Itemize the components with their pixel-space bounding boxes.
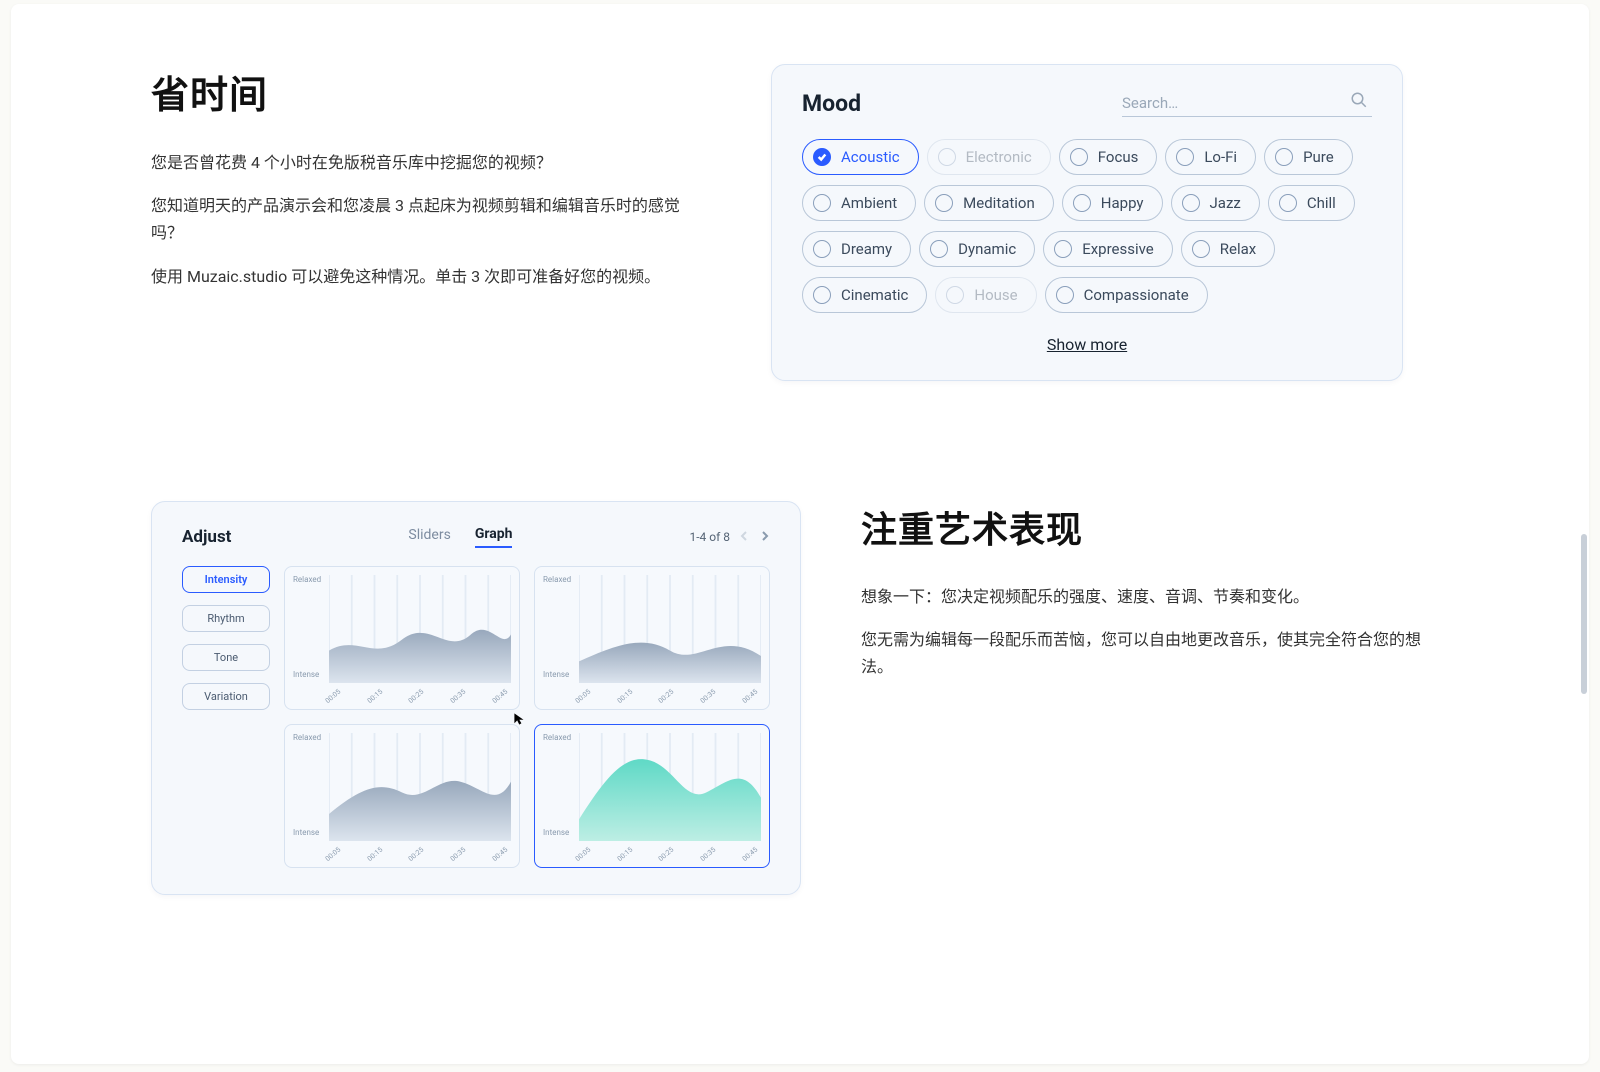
graph-panel-1[interactable]: Relaxed Intense 00:0500:1500:2500:3500:45 (534, 724, 770, 868)
tab-sliders[interactable]: Sliders (408, 527, 450, 547)
graph-plot (329, 575, 511, 683)
graph-plot (579, 575, 761, 683)
side-chip-rhythm[interactable]: Rhythm (182, 605, 270, 632)
radio-dot (813, 194, 831, 212)
graph-plot (579, 733, 761, 841)
graph-axis: 00:0500:1500:2500:3500:45 (329, 855, 513, 863)
mood-chip-lo-fi[interactable]: Lo-Fi (1165, 139, 1256, 175)
mood-chip-label: House (974, 286, 1017, 304)
radio-dot (1056, 286, 1074, 304)
side-chip-tone[interactable]: Tone (182, 644, 270, 671)
section2-heading: 注重艺术表现 (861, 501, 1421, 553)
mood-chip-house: House (935, 277, 1036, 313)
mood-chip-label: Compassionate (1084, 286, 1189, 304)
radio-dot (1070, 148, 1088, 166)
graph-panel-3[interactable]: Relaxed Intense 00:0500:1500:2500:3500:45 (534, 566, 770, 710)
section2-p2: 您无需为编辑每一段配乐而苦恼，您可以自由地更改音乐，使其完全符合您的想法。 (861, 626, 1421, 680)
graph-label-intense: Intense (293, 670, 319, 679)
mood-chip-jazz[interactable]: Jazz (1171, 185, 1260, 221)
graph-label-relaxed: Relaxed (293, 575, 321, 584)
radio-dot (1182, 194, 1200, 212)
cursor-pointer-icon (513, 711, 527, 725)
mood-chip-compassionate[interactable]: Compassionate (1045, 277, 1208, 313)
mood-chip-acoustic[interactable]: Acoustic (802, 139, 919, 175)
mood-chip-meditation[interactable]: Meditation (924, 185, 1054, 221)
mood-chip-label: Focus (1098, 148, 1139, 166)
section1-p3: 使用 Muzaic.studio 可以避免这种情况。单击 3 次即可准备好您的视… (151, 263, 711, 290)
graph-axis: 00:0500:1500:2500:3500:45 (579, 697, 763, 705)
mood-chip-expressive[interactable]: Expressive (1043, 231, 1173, 267)
radio-dot (813, 148, 831, 166)
mood-chip-relax[interactable]: Relax (1181, 231, 1275, 267)
mood-chip-label: Chill (1307, 194, 1336, 212)
radio-dot (930, 240, 948, 258)
radio-dot (813, 286, 831, 304)
graph-plot (329, 733, 511, 841)
mood-title: Mood (802, 90, 861, 117)
search-placeholder: Search… (1122, 94, 1178, 112)
graph-axis: 00:0500:1500:2500:3500:45 (329, 697, 513, 705)
adjust-title: Adjust (182, 527, 231, 547)
mood-chip-label: Ambient (841, 194, 897, 212)
graph-axis: 00:0500:1500:2500:3500:45 (579, 855, 763, 863)
graph-label-relaxed: Relaxed (293, 733, 321, 742)
graph-panel-2[interactable]: Relaxed Intense 00:0500:1500:2500:3500:45 (284, 724, 520, 868)
graph-label-relaxed: Relaxed (543, 733, 571, 742)
graph-label-intense: Intense (293, 828, 319, 837)
radio-dot (813, 240, 831, 258)
mood-chip-happy[interactable]: Happy (1062, 185, 1163, 221)
mood-chip-label: Jazz (1210, 194, 1241, 212)
side-chip-variation[interactable]: Variation (182, 683, 270, 710)
mood-chip-chill[interactable]: Chill (1268, 185, 1355, 221)
adjust-card: Adjust Sliders Graph 1-4 of 8 Intensity R… (151, 501, 801, 895)
mood-chip-electronic: Electronic (927, 139, 1051, 175)
radio-dot (1275, 148, 1293, 166)
mood-chip-dreamy[interactable]: Dreamy (802, 231, 911, 267)
radio-dot (938, 148, 956, 166)
mood-search-input[interactable]: Search… (1122, 89, 1372, 117)
mood-chip-focus[interactable]: Focus (1059, 139, 1158, 175)
mood-chip-label: Acoustic (841, 148, 900, 166)
graph-label-intense: Intense (543, 670, 569, 679)
show-more-link[interactable]: Show more (1047, 335, 1127, 354)
mood-chip-ambient[interactable]: Ambient (802, 185, 916, 221)
graph-label-relaxed: Relaxed (543, 575, 571, 584)
search-icon (1350, 91, 1368, 113)
section1-p2: 您知道明天的产品演示会和您凌晨 3 点起床为视频剪辑和编辑音乐时的感觉吗？ (151, 192, 711, 246)
mood-chip-label: Dynamic (958, 240, 1016, 258)
radio-dot (1279, 194, 1297, 212)
section1-heading: 省时间 (151, 64, 711, 119)
graph-label-intense: Intense (543, 828, 569, 837)
mood-chip-label: Relax (1220, 240, 1256, 258)
mood-chip-label: Meditation (963, 194, 1035, 212)
mood-chip-dynamic[interactable]: Dynamic (919, 231, 1035, 267)
mood-chip-label: Expressive (1082, 240, 1154, 258)
tab-graph[interactable]: Graph (475, 526, 513, 548)
radio-dot (935, 194, 953, 212)
mood-chip-label: Dreamy (841, 240, 892, 258)
side-chip-intensity[interactable]: Intensity (182, 566, 270, 593)
radio-dot (1176, 148, 1194, 166)
pager-text: 1-4 of 8 (689, 530, 730, 544)
radio-dot (1192, 240, 1210, 258)
scrollbar-thumb[interactable] (1581, 534, 1587, 694)
section2-p1: 想象一下：您决定视频配乐的强度、速度、音调、节奏和变化。 (861, 583, 1421, 610)
mood-chip-label: Cinematic (841, 286, 908, 304)
mood-chip-label: Happy (1101, 194, 1144, 212)
pager-prev-button[interactable] (740, 530, 750, 544)
mood-chip-label: Pure (1303, 148, 1334, 166)
mood-card: Mood Search… Acoustic Electronic Focus Lo-F… (771, 64, 1403, 381)
graph-panel-4[interactable]: Relaxed Intense 00:0500:1500:2500:3500:45 (284, 566, 520, 710)
radio-dot (1054, 240, 1072, 258)
mood-chip-label: Electronic (966, 148, 1032, 166)
radio-dot (1073, 194, 1091, 212)
mood-chip-cinematic[interactable]: Cinematic (802, 277, 927, 313)
pager-next-button[interactable] (760, 530, 770, 544)
mood-chip-pure[interactable]: Pure (1264, 139, 1353, 175)
radio-dot (946, 286, 964, 304)
mood-chip-label: Lo-Fi (1204, 148, 1237, 166)
section1-p1: 您是否曾花费 4 个小时在免版税音乐库中挖掘您的视频？ (151, 149, 711, 176)
